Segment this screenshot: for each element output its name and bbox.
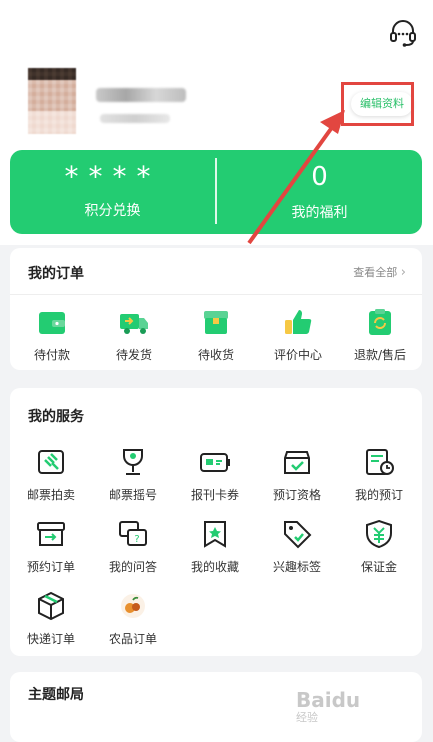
points-banner: **** 积分兑换 0 我的福利 [10, 150, 422, 234]
order-item-label: 评价中心 [273, 348, 322, 362]
orders-title: 我的订单 [28, 266, 84, 282]
svg-text:?: ? [134, 534, 139, 545]
service-stamp-lottery[interactable]: 邮票摇号 [98, 446, 168, 503]
service-my-qa[interactable]: ? 我的问答 [98, 518, 168, 575]
qa-icon: ? [119, 521, 147, 546]
service-stamp-auction[interactable]: 邮票拍卖 [16, 446, 86, 503]
service-label: 邮票摇号 [108, 488, 157, 502]
package-icon [38, 591, 64, 621]
order-item-to-ship[interactable]: 待发货 [99, 306, 169, 363]
favorite-icon [204, 521, 226, 548]
appointment-icon [37, 522, 65, 546]
service-label: 邮票拍卖 [26, 488, 75, 502]
deposit-icon [366, 519, 392, 549]
box-icon [204, 311, 228, 334]
produce-icon [121, 594, 145, 618]
order-item-refunds[interactable]: 退款/售后 [345, 306, 415, 363]
service-label: 兴趣标签 [272, 560, 321, 574]
service-label: 保证金 [360, 560, 397, 574]
tag-icon [284, 521, 312, 549]
points-exchange-label[interactable]: 积分兑换 [10, 200, 215, 220]
service-my-reservations[interactable]: 我的预订 [344, 446, 414, 503]
service-label: 农品订单 [108, 632, 157, 646]
order-item-label: 待发货 [115, 348, 152, 362]
order-item-reviews[interactable]: 评价中心 [263, 306, 333, 363]
auction-icon [38, 450, 64, 474]
service-label: 我的预订 [354, 488, 403, 502]
service-deposit[interactable]: 保证金 [344, 518, 414, 575]
service-appointment-orders[interactable]: 预约订单 [16, 518, 86, 575]
view-all-orders-link[interactable]: 查看全部 › [353, 264, 406, 280]
service-periodical-coupons[interactable]: 报刊卡券 [180, 446, 250, 503]
service-my-favorites[interactable]: 我的收藏 [180, 518, 250, 575]
avatar[interactable] [28, 68, 76, 134]
service-produce-orders[interactable]: 农品订单 [98, 590, 168, 647]
order-item-label: 待收货 [197, 348, 234, 362]
theme-post-office-title: 主题邮局 [28, 687, 84, 703]
service-label: 预约订单 [26, 560, 75, 574]
reservation-icon [366, 449, 394, 475]
refund-icon [369, 309, 391, 335]
service-express-orders[interactable]: 快递订单 [16, 590, 86, 647]
my-welfare-label[interactable]: 我的福利 [217, 202, 422, 222]
order-item-to-receive[interactable]: 待收货 [181, 306, 251, 363]
user-id-blurred [100, 114, 170, 123]
orders-card: 我的订单 查看全部 › 待付款 待发货 待收货 评价中心 退款/售后 [10, 248, 422, 370]
service-interest-tags[interactable]: 兴趣标签 [262, 518, 332, 575]
service-label: 预订资格 [272, 488, 321, 502]
services-card: 我的服务 邮票拍卖 邮票摇号 报刊卡券 预订资格 我的预订 预约订单 ? 我的问… [10, 388, 422, 656]
view-all-label: 查看全部 [353, 266, 398, 279]
service-label: 报刊卡券 [190, 488, 239, 502]
truck-icon [120, 314, 148, 334]
wallet-icon [39, 312, 65, 334]
welfare-value[interactable]: 0 [217, 162, 422, 192]
services-title: 我的服务 [28, 409, 84, 425]
thumbs-up-icon [285, 310, 312, 334]
service-label: 我的问答 [108, 560, 157, 574]
customer-service-icon[interactable] [388, 18, 418, 48]
card-icon [200, 453, 230, 472]
order-item-label: 待付款 [33, 348, 70, 362]
lottery-icon [123, 449, 143, 475]
points-value[interactable]: **** [10, 160, 215, 193]
service-reservation-qualification[interactable]: 预订资格 [262, 446, 332, 503]
username-blurred [96, 88, 186, 102]
qualification-icon [284, 451, 310, 474]
order-item-label: 退款/售后 [353, 348, 407, 362]
theme-post-office-card[interactable]: 主题邮局 [10, 672, 422, 742]
orders-divider [10, 294, 422, 295]
service-label: 我的收藏 [190, 560, 239, 574]
service-label: 快递订单 [26, 632, 75, 646]
annotation-highlight-box [341, 82, 414, 126]
chevron-right-icon: › [400, 265, 406, 280]
watermark: Baidu 经验 [296, 688, 360, 725]
order-item-pending-payment[interactable]: 待付款 [17, 306, 87, 363]
